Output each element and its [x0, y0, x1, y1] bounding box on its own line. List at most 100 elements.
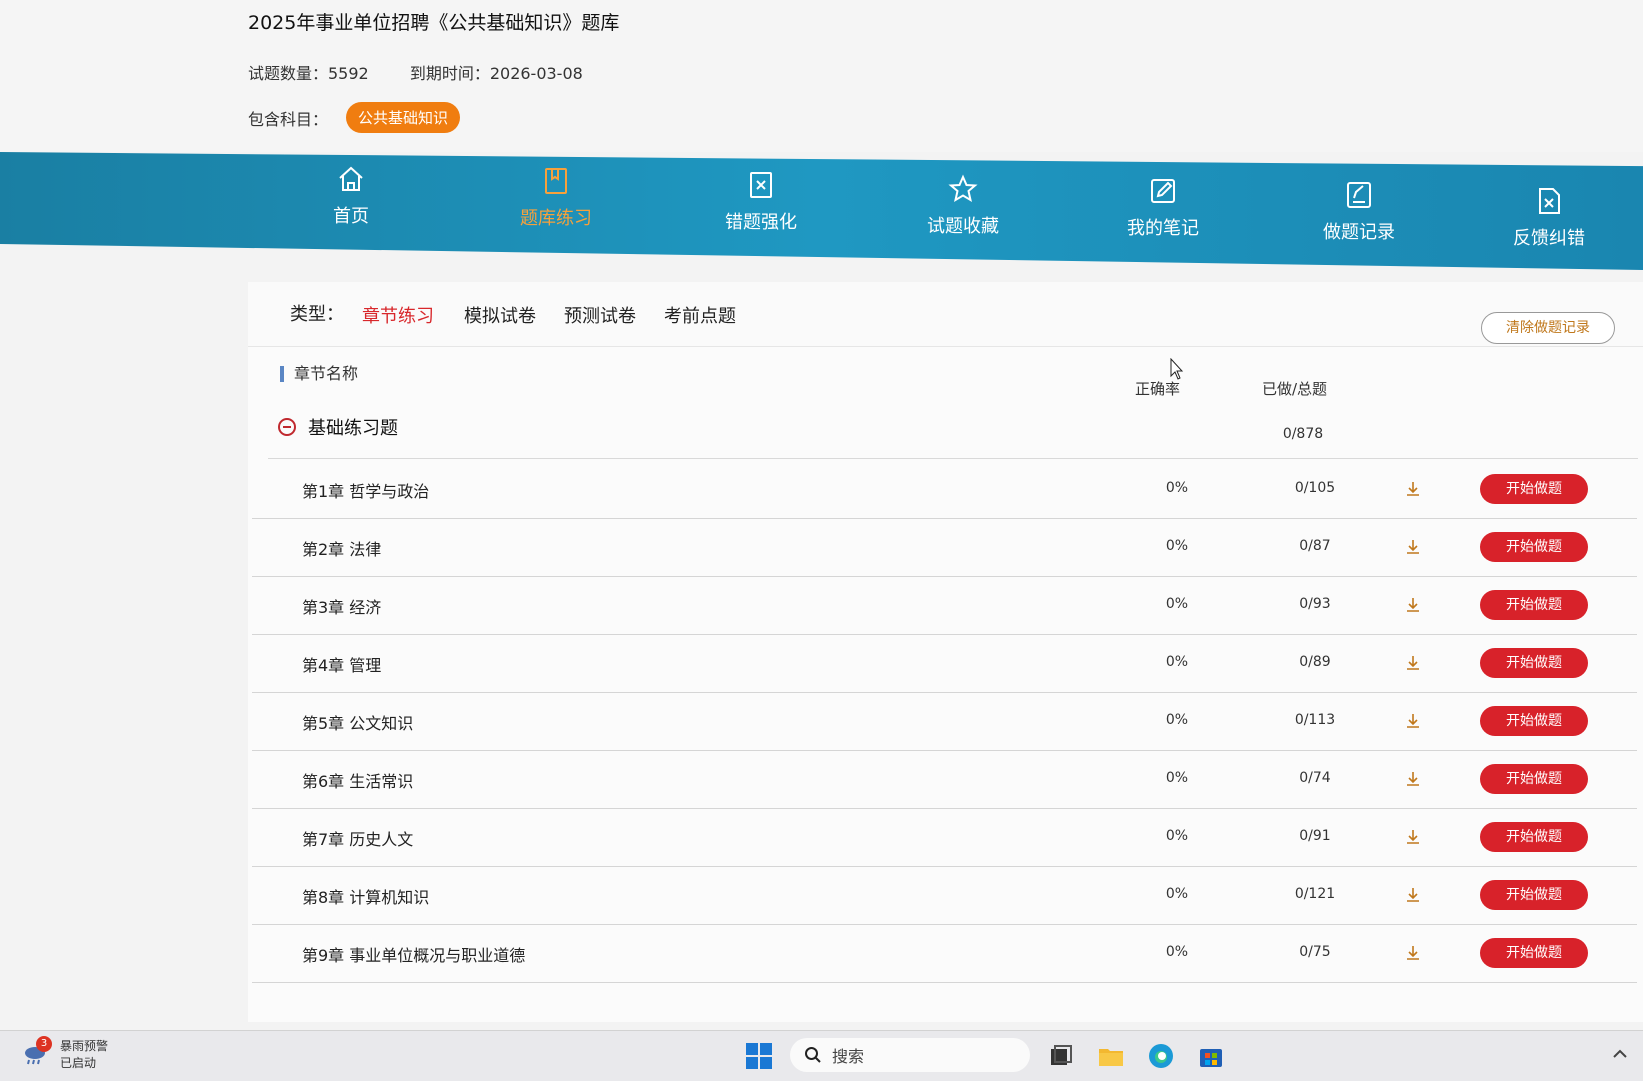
chapter-name: 第2章 法律 [302, 540, 382, 559]
nav-item-favorites[interactable]: 试题收藏 [898, 174, 1028, 238]
chapter-progress: 0/75 [1299, 944, 1331, 960]
chapter-name: 第6章 生活常识 [302, 772, 414, 791]
chapter-progress: 0/91 [1299, 828, 1331, 844]
subject-tag[interactable]: 公共基础知识 [346, 102, 461, 133]
type-filter-bar: 类型： 章节练习 模拟试卷 预测试卷 考前点题 清除做题记录 [248, 282, 1643, 347]
start-practice-button[interactable]: 开始做题 [1480, 590, 1588, 620]
weather-alert-text: 暴雨预警 [60, 1039, 109, 1053]
chapter-name: 第9章 事业单位概况与职业道德 [302, 946, 526, 965]
download-icon[interactable] [1404, 596, 1422, 614]
chapter-progress: 0/113 [1294, 712, 1336, 728]
nav-item-wrong-questions[interactable]: 错题强化 [696, 170, 826, 234]
nav-item-notes[interactable]: 我的笔记 [1098, 176, 1228, 240]
table-row: 第6章 生活常识 0% 0/74 开始做题 [252, 750, 1637, 809]
start-practice-button[interactable]: 开始做题 [1480, 822, 1588, 852]
question-count: 试题数量：5592 [248, 64, 369, 83]
wrong-questions-icon [750, 172, 772, 198]
practice-panel: 类型： 章节练习 模拟试卷 预测试卷 考前点题 清除做题记录 章节名称 正确率 … [248, 282, 1643, 1022]
star-icon [948, 174, 978, 203]
chapter-accuracy: 0% [1165, 944, 1189, 960]
weather-alert-badge: 3 [36, 1036, 52, 1052]
tab-chapter-practice[interactable]: 章节练习 [362, 302, 434, 328]
clear-records-button[interactable]: 清除做题记录 [1481, 312, 1615, 344]
nav-item-records[interactable]: 做题记录 [1294, 180, 1424, 244]
chapter-progress: 0/105 [1294, 480, 1336, 496]
edit-note-icon [1151, 179, 1175, 203]
tab-mock-exam[interactable]: 模拟试卷 [464, 302, 536, 328]
download-icon[interactable] [1404, 944, 1422, 962]
chapter-progress: 0/89 [1299, 654, 1331, 670]
mouse-cursor-icon [1170, 358, 1184, 380]
start-practice-button[interactable]: 开始做题 [1480, 880, 1588, 910]
task-view-icon[interactable] [1046, 1041, 1076, 1071]
chapter-group[interactable]: 基础练习题 0/878 [268, 406, 1638, 459]
download-icon[interactable] [1404, 654, 1422, 672]
nav-item-feedback[interactable]: 反馈纠错 [1484, 186, 1614, 250]
subjects-label: 包含科目： [248, 109, 329, 129]
expiry-date: 到期时间：2026-03-08 [409, 64, 583, 83]
start-practice-button[interactable]: 开始做题 [1480, 706, 1588, 736]
download-icon[interactable] [1404, 538, 1422, 556]
group-progress: 0/878 [1282, 426, 1324, 442]
subjects-row: 包含科目： 公共基础知识 [248, 102, 461, 133]
table-row: 第2章 法律 0% 0/87 开始做题 [252, 518, 1637, 577]
feedback-icon [1539, 188, 1560, 214]
chapter-accuracy: 0% [1165, 480, 1189, 496]
download-icon[interactable] [1404, 770, 1422, 788]
course-header: 2025年事业单位招聘《公共基础知识》题库 试题数量：5592 到期时间：202… [0, 0, 1643, 152]
start-practice-button[interactable]: 开始做题 [1480, 648, 1588, 678]
chapter-accuracy: 0% [1165, 654, 1189, 670]
download-icon[interactable] [1404, 828, 1422, 846]
nav-item-home[interactable]: 首页 [286, 164, 416, 228]
search-placeholder: 搜索 [832, 1047, 865, 1066]
chapter-name: 第4章 管理 [302, 656, 382, 675]
store-icon[interactable] [1196, 1041, 1226, 1071]
start-practice-button[interactable]: 开始做题 [1480, 764, 1588, 794]
table-row: 第8章 计算机知识 0% 0/121 开始做题 [252, 866, 1637, 925]
chapter-progress: 0/93 [1299, 596, 1331, 612]
chapter-name: 第8章 计算机知识 [302, 888, 430, 907]
tab-pre-exam-points[interactable]: 考前点题 [664, 302, 736, 328]
table-row: 第9章 事业单位概况与职业道德 0% 0/75 开始做题 [252, 924, 1637, 983]
edge-browser-icon[interactable] [1146, 1041, 1176, 1071]
chapter-progress: 0/121 [1294, 886, 1336, 902]
search-icon [805, 1047, 821, 1063]
chevron-up-icon[interactable] [1610, 1041, 1630, 1071]
course-meta: 试题数量：5592 到期时间：2026-03-08 [248, 60, 619, 84]
accuracy-column-header: 正确率 [1135, 380, 1181, 398]
book-icon [545, 168, 567, 194]
chapter-column-header: 章节名称 [280, 366, 358, 382]
home-icon [339, 166, 363, 191]
weather-widget[interactable]: 3 暴雨预警 已启动 [22, 1036, 109, 1071]
taskbar-search[interactable]: 搜索 [790, 1038, 1030, 1072]
chapter-accuracy: 0% [1165, 538, 1189, 554]
chapter-accuracy: 0% [1165, 886, 1189, 902]
chapter-accuracy: 0% [1165, 770, 1189, 786]
collapse-icon[interactable] [278, 418, 296, 436]
start-practice-button[interactable]: 开始做题 [1480, 532, 1588, 562]
download-icon[interactable] [1404, 712, 1422, 730]
chapter-accuracy: 0% [1165, 596, 1189, 612]
chapter-accuracy: 0% [1165, 828, 1189, 844]
download-icon[interactable] [1404, 886, 1422, 904]
nav-item-practice[interactable]: 题库练习 [491, 166, 621, 230]
windows-start-icon[interactable] [744, 1041, 774, 1071]
os-taskbar: 3 暴雨预警 已启动 搜索 [0, 1030, 1643, 1081]
table-row: 第7章 历史人文 0% 0/91 开始做题 [252, 808, 1637, 867]
start-practice-button[interactable]: 开始做题 [1480, 474, 1588, 504]
download-icon[interactable] [1404, 480, 1422, 498]
tab-prediction-exam[interactable]: 预测试卷 [564, 302, 636, 328]
chapter-name: 第5章 公文知识 [302, 714, 414, 733]
table-row: 第4章 管理 0% 0/89 开始做题 [252, 634, 1637, 693]
weather-status-text: 已启动 [60, 1056, 97, 1070]
chapter-name: 第7章 历史人文 [302, 830, 414, 849]
file-explorer-icon[interactable] [1096, 1041, 1126, 1071]
chapter-accuracy: 0% [1165, 712, 1189, 728]
type-label: 类型： [290, 304, 344, 325]
start-practice-button[interactable]: 开始做题 [1480, 938, 1588, 968]
group-name: 基础练习题 [308, 418, 398, 439]
chapter-progress: 0/74 [1299, 770, 1331, 786]
table-row: 第5章 公文知识 0% 0/113 开始做题 [252, 692, 1637, 751]
main-nav: 首页 题库练习 错题强化 试题收藏 我的笔记 做题记录 反馈纠错 [0, 152, 1643, 270]
page-title: 2025年事业单位招聘《公共基础知识》题库 [248, 12, 620, 34]
